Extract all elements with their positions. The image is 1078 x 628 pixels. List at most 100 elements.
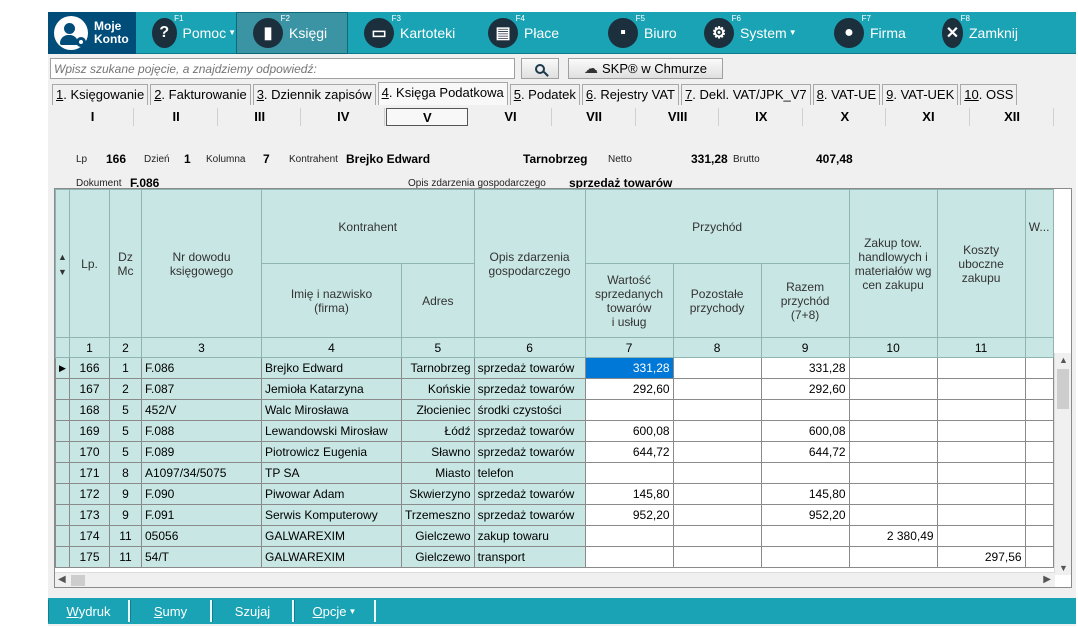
- cell-razem[interactable]: [760, 525, 850, 547]
- search-input[interactable]: [50, 58, 515, 79]
- cell-dz[interactable]: 11: [109, 546, 142, 568]
- cell-imie[interactable]: Jemioła Katarzyna: [261, 378, 402, 400]
- cell-lp[interactable]: 167: [69, 378, 110, 400]
- bottom-button-0[interactable]: Wydruk: [48, 600, 130, 622]
- cell-opis[interactable]: sprzedaż towarów: [473, 483, 586, 505]
- cell-dz[interactable]: 5: [109, 399, 142, 421]
- row-selector[interactable]: [55, 525, 70, 547]
- cell-more[interactable]: [1024, 483, 1054, 505]
- cell-more[interactable]: [1024, 525, 1054, 547]
- cell-opis[interactable]: sprzedaż towarów: [473, 378, 586, 400]
- cell-adres[interactable]: Złocieniec: [401, 399, 475, 421]
- cell-adres[interactable]: Miasto: [401, 462, 475, 484]
- month-X[interactable]: X: [804, 108, 887, 126]
- cell-nr-dowodu[interactable]: F.087: [141, 378, 262, 400]
- cell-imie[interactable]: Piotrowicz Eugenia: [261, 441, 402, 463]
- tab-1[interactable]: 2. Fakturowanie: [150, 84, 251, 105]
- table-row[interactable]: 170 5 F.089 Piotrowicz Eugenia Sławno sprzeda…: [55, 441, 1054, 463]
- current-row-indicator-icon[interactable]: ▶: [55, 357, 70, 379]
- cell-imie[interactable]: TP SA: [261, 462, 402, 484]
- row-selector[interactable]: [55, 462, 70, 484]
- cell-adres[interactable]: Trzemeszno: [401, 504, 475, 526]
- cell-razem[interactable]: 952,20: [760, 504, 850, 526]
- cell-koszty[interactable]: [936, 483, 1026, 505]
- header-dz-mc[interactable]: Dz Mc: [109, 189, 142, 338]
- cell-nr-dowodu[interactable]: F.088: [141, 420, 262, 442]
- cell-opis[interactable]: sprzedaż towarów: [473, 420, 586, 442]
- vertical-scrollbar[interactable]: ▲ ▼: [1054, 353, 1071, 575]
- cell-dz[interactable]: 8: [109, 462, 142, 484]
- ledger-grid[interactable]: ▲ ▼ Lp. Dz Mc Nr dowodu księgowego Kontra…: [54, 188, 1072, 588]
- toolbar-kartoteki-button[interactable]: ▭ F3 Kartoteki: [348, 12, 472, 54]
- cell-nr-dowodu[interactable]: F.089: [141, 441, 262, 463]
- row-selector[interactable]: [55, 504, 70, 526]
- cell-opis[interactable]: zakup towaru: [473, 525, 586, 547]
- cell-pozostale[interactable]: [672, 441, 762, 463]
- cell-nr-dowodu[interactable]: F.086: [141, 357, 262, 379]
- tab-5[interactable]: 6. Rejestry VAT: [581, 84, 679, 105]
- cell-koszty[interactable]: [936, 441, 1026, 463]
- tab-0[interactable]: 1. Księgowanie: [52, 84, 149, 105]
- toolbar-system-button[interactable]: ⚙ F6 System ▼: [688, 12, 818, 54]
- cell-imie[interactable]: Piwowar Adam: [261, 483, 402, 505]
- cell-razem[interactable]: [760, 462, 850, 484]
- header-pozostale[interactable]: Pozostałe przychody: [672, 263, 762, 338]
- cell-nr-dowodu[interactable]: F.090: [141, 483, 262, 505]
- tab-4[interactable]: 5. Podatek: [509, 84, 580, 105]
- cell-wartosc[interactable]: 292,60: [584, 378, 674, 400]
- cell-more[interactable]: [1024, 441, 1054, 463]
- cell-zakup[interactable]: [848, 378, 938, 400]
- cell-lp[interactable]: 171: [69, 462, 110, 484]
- month-II[interactable]: II: [136, 108, 218, 126]
- cell-lp[interactable]: 166: [69, 357, 110, 379]
- cell-more[interactable]: [1024, 504, 1054, 526]
- cell-zakup[interactable]: [848, 441, 938, 463]
- cell-wartosc[interactable]: 145,80: [584, 483, 674, 505]
- header-lp[interactable]: Lp.: [69, 189, 110, 338]
- cell-dz[interactable]: 2: [109, 378, 142, 400]
- toolbar-zamknij-button[interactable]: ✕ F8 Zamknij: [926, 12, 1018, 54]
- cell-nr-dowodu[interactable]: 54/T: [141, 546, 262, 568]
- toolbar-płace-button[interactable]: ▤ F4 Płace: [472, 12, 592, 54]
- cell-zakup[interactable]: [848, 483, 938, 505]
- header-more[interactable]: W...: [1024, 189, 1054, 338]
- cell-razem[interactable]: 331,28: [760, 357, 850, 379]
- cell-wartosc[interactable]: 644,72: [584, 441, 674, 463]
- cell-more[interactable]: [1024, 399, 1054, 421]
- cell-nr-dowodu[interactable]: 05056: [141, 525, 262, 547]
- cell-opis[interactable]: sprzedaż towarów: [473, 504, 586, 526]
- cell-more[interactable]: [1024, 546, 1054, 568]
- cell-wartosc[interactable]: [584, 399, 674, 421]
- cell-imie[interactable]: Brejko Edward: [261, 357, 402, 379]
- month-XII[interactable]: XII: [972, 108, 1054, 126]
- cell-dz[interactable]: 1: [109, 357, 142, 379]
- table-row[interactable]: 173 9 F.091 Serwis Komputerowy Trzemeszno spr…: [55, 504, 1054, 526]
- cell-razem[interactable]: 145,80: [760, 483, 850, 505]
- cell-opis[interactable]: sprzedaż towarów: [473, 357, 586, 379]
- month-IV[interactable]: IV: [303, 108, 385, 126]
- cell-more[interactable]: [1024, 420, 1054, 442]
- cell-imie[interactable]: Serwis Komputerowy: [261, 504, 402, 526]
- cell-adres[interactable]: Tarnobrzeg: [401, 357, 475, 379]
- cell-zakup[interactable]: [848, 462, 938, 484]
- month-VIII[interactable]: VIII: [637, 108, 720, 126]
- cell-pozostale[interactable]: [672, 357, 762, 379]
- toolbar-księgi-button[interactable]: ▮ F2 Księgi: [236, 11, 348, 54]
- cell-lp[interactable]: 174: [69, 525, 110, 547]
- cell-pozostale[interactable]: [672, 378, 762, 400]
- cell-koszty[interactable]: 297,56: [936, 546, 1026, 568]
- toolbar-firma-button[interactable]: ● F7 Firma: [818, 12, 926, 54]
- header-koszty[interactable]: Koszty uboczne zakupu: [936, 189, 1026, 338]
- tab-2[interactable]: 3. Dziennik zapisów: [252, 84, 376, 105]
- cell-dz[interactable]: 9: [109, 504, 142, 526]
- cell-adres[interactable]: Końskie: [401, 378, 475, 400]
- cell-dz[interactable]: 9: [109, 483, 142, 505]
- cell-lp[interactable]: 175: [69, 546, 110, 568]
- cell-adres[interactable]: Gielczewo: [401, 546, 475, 568]
- row-selector[interactable]: [55, 399, 70, 421]
- cell-more[interactable]: [1024, 378, 1054, 400]
- header-razem[interactable]: Razem przychód (7+8): [760, 263, 850, 338]
- table-row[interactable]: 171 8 A1097/34/5075 TP SA Miasto telefon: [55, 462, 1054, 484]
- sort-indicator[interactable]: ▲ ▼: [55, 189, 70, 338]
- cell-koszty[interactable]: [936, 420, 1026, 442]
